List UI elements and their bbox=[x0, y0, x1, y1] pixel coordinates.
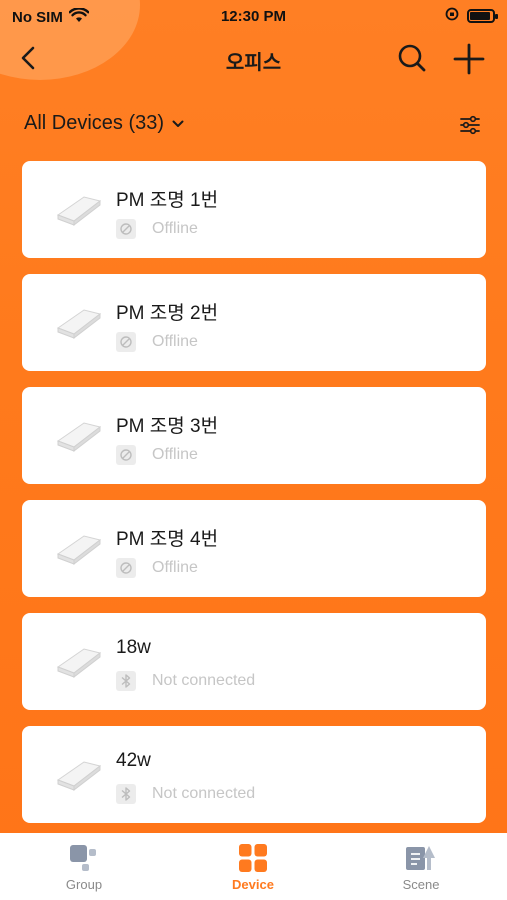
add-device-button[interactable] bbox=[450, 40, 488, 78]
tab-label: Device bbox=[232, 877, 274, 892]
device-name: 42w bbox=[116, 750, 151, 771]
device-card[interactable]: PM 조명 1번 Offline bbox=[22, 161, 486, 258]
offline-icon bbox=[116, 558, 136, 578]
device-status: Offline bbox=[152, 446, 198, 463]
device-status: Offline bbox=[152, 220, 198, 237]
sliders-icon bbox=[460, 115, 480, 135]
sort-settings-button[interactable] bbox=[458, 113, 482, 137]
tab-device[interactable]: Device bbox=[193, 843, 313, 892]
device-icon bbox=[237, 843, 269, 873]
page-title: 오피스 bbox=[225, 52, 282, 74]
plus-icon bbox=[453, 43, 485, 75]
device-image bbox=[56, 196, 102, 227]
offline-icon bbox=[116, 445, 136, 465]
device-name: PM 조명 1번 bbox=[116, 190, 219, 211]
filter-label: All Devices (33) bbox=[24, 112, 165, 134]
battery-icon bbox=[467, 9, 498, 23]
filter-row: All Devices (33) bbox=[0, 110, 507, 140]
status-bar: No SIM 12:30 PM bbox=[0, 0, 507, 32]
device-card[interactable]: PM 조명 2번 Offline bbox=[22, 274, 486, 371]
device-card[interactable]: PM 조명 3번 Offline bbox=[22, 387, 486, 484]
device-name: PM 조명 2번 bbox=[116, 303, 219, 324]
tab-label: Group bbox=[65, 877, 103, 892]
chevron-down-icon bbox=[172, 120, 184, 127]
device-image bbox=[56, 535, 102, 566]
tab-label: Scene bbox=[402, 877, 440, 892]
device-status: Not connected bbox=[152, 672, 256, 689]
device-card[interactable]: PM 조명 4번 Offline bbox=[22, 500, 486, 597]
search-button[interactable] bbox=[394, 40, 430, 76]
tab-scene[interactable]: Scene bbox=[361, 843, 481, 892]
device-status: Offline bbox=[152, 333, 198, 350]
device-image bbox=[56, 309, 102, 340]
device-name: PM 조명 3번 bbox=[116, 416, 219, 437]
device-image bbox=[56, 761, 102, 792]
search-icon bbox=[398, 44, 426, 72]
status-time: 12:30 PM bbox=[220, 8, 287, 25]
device-name: PM 조명 4번 bbox=[116, 529, 219, 550]
chevron-left-icon bbox=[21, 46, 35, 70]
tab-group[interactable]: Group bbox=[24, 843, 144, 892]
device-card[interactable]: 42w Not connected bbox=[22, 726, 486, 823]
device-name: 18w bbox=[116, 637, 151, 658]
offline-icon bbox=[116, 219, 136, 239]
device-status: Offline bbox=[152, 559, 198, 576]
bluetooth-icon bbox=[116, 784, 136, 804]
scene-icon bbox=[405, 843, 437, 873]
device-card[interactable]: 18w Not connected bbox=[22, 613, 486, 710]
bottom-tab-bar: Group Device Scene bbox=[0, 833, 507, 900]
device-status: Not connected bbox=[152, 785, 256, 802]
status-right bbox=[445, 7, 498, 25]
device-image bbox=[56, 422, 102, 453]
group-icon bbox=[68, 843, 100, 873]
device-filter-dropdown[interactable]: All Devices (33) bbox=[24, 112, 184, 135]
back-button[interactable] bbox=[14, 42, 42, 74]
offline-icon bbox=[116, 332, 136, 352]
device-image bbox=[56, 648, 102, 679]
nav-bar: 오피스 bbox=[0, 38, 507, 78]
orientation-lock-icon bbox=[445, 7, 459, 25]
bluetooth-icon bbox=[116, 671, 136, 691]
